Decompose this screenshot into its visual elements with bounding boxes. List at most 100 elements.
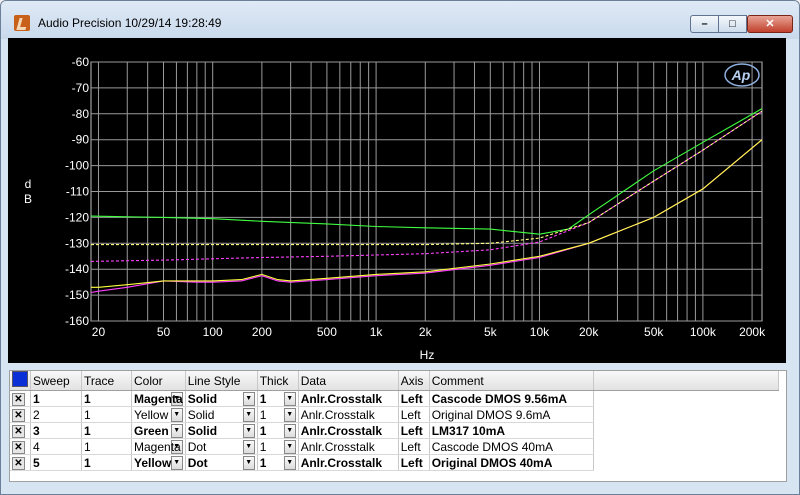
thick-cell[interactable]: ▼ 1 bbox=[257, 422, 299, 439]
thick-cell[interactable]: ▼ 1 bbox=[257, 406, 299, 423]
app-window: Audio Precision 10/29/14 19:28:49 – □ ✕ … bbox=[0, 0, 800, 495]
col-header-axis[interactable]: Axis bbox=[398, 371, 430, 391]
color-value: Yellow bbox=[134, 455, 172, 470]
table-row[interactable]: ✕ 4 1 ▼ Magenta ▼ Dot ▼ 1 Anlr.Crosstalk Left Casco… bbox=[10, 438, 779, 455]
color-dropdown-icon[interactable]: ▼ bbox=[170, 423, 183, 438]
trace-cell[interactable]: 1 bbox=[81, 438, 132, 455]
series-line-5 bbox=[91, 110, 763, 246]
x-tick-label: 500 bbox=[317, 325, 337, 339]
sweep-trace-table[interactable]: Sweep Trace Color Line Style Thick Data … bbox=[9, 370, 787, 482]
x-tick-label: 50 bbox=[157, 325, 171, 339]
thick-dropdown-icon[interactable]: ▼ bbox=[283, 391, 296, 406]
comment-cell[interactable]: LM317 10mA bbox=[429, 422, 594, 439]
x-tick-label: 100 bbox=[203, 325, 223, 339]
thick-cell[interactable]: ▼ 1 bbox=[257, 390, 299, 407]
line-style-cell[interactable]: ▼ Dot bbox=[185, 454, 258, 471]
maximize-button[interactable]: □ bbox=[718, 15, 747, 33]
row-checkbox-cell[interactable]: ✕ bbox=[10, 454, 31, 471]
filler-cell bbox=[593, 406, 779, 423]
row-checkbox-cell[interactable]: ✕ bbox=[10, 390, 31, 407]
data-cell[interactable]: Anlr.Crosstalk bbox=[298, 438, 399, 455]
line-style-dropdown-icon[interactable]: ▼ bbox=[242, 439, 255, 454]
col-header-trace[interactable]: Trace bbox=[81, 371, 132, 391]
line-style-cell[interactable]: ▼ Solid bbox=[185, 406, 258, 423]
sweep-cell[interactable]: 4 bbox=[30, 438, 82, 455]
sweep-cell[interactable]: 5 bbox=[30, 454, 82, 471]
axis-cell[interactable]: Left bbox=[398, 422, 430, 439]
col-header-sweep[interactable]: Sweep bbox=[30, 371, 82, 391]
sweep-cell[interactable]: 1 bbox=[30, 390, 82, 407]
col-header-thick[interactable]: Thick bbox=[257, 371, 299, 391]
thick-dropdown-icon[interactable]: ▼ bbox=[283, 407, 296, 422]
comment-cell[interactable]: Cascode DMOS 40mA bbox=[429, 438, 594, 455]
color-cell[interactable]: ▼ Magenta bbox=[131, 438, 186, 455]
col-header-line-style[interactable]: Line Style bbox=[185, 371, 258, 391]
thick-dropdown-icon[interactable]: ▼ bbox=[283, 455, 296, 470]
color-cell[interactable]: ▼ Yellow bbox=[131, 406, 186, 423]
row-enable-checkbox[interactable]: ✕ bbox=[12, 409, 25, 422]
row-checkbox-cell[interactable]: ✕ bbox=[10, 422, 31, 439]
color-dropdown-icon[interactable]: ▼ bbox=[170, 407, 183, 422]
data-cell[interactable]: Anlr.Crosstalk bbox=[298, 422, 399, 439]
trace-cell[interactable]: 1 bbox=[81, 454, 132, 471]
col-header-comment[interactable]: Comment bbox=[429, 371, 594, 391]
sweep-cell[interactable]: 3 bbox=[30, 422, 82, 439]
thick-dropdown-icon[interactable]: ▼ bbox=[283, 423, 296, 438]
line-style-cell[interactable]: ▼ Solid bbox=[185, 390, 258, 407]
x-tick-label: 100k bbox=[690, 325, 717, 339]
table-row[interactable]: ✕ 3 1 ▼ Green ▼ Solid ▼ 1 Anlr.Crosstalk Left LM317… bbox=[10, 422, 779, 439]
title-bar[interactable]: Audio Precision 10/29/14 19:28:49 – □ ✕ bbox=[1, 1, 799, 39]
line-style-dropdown-icon[interactable]: ▼ bbox=[242, 423, 255, 438]
line-style-cell[interactable]: ▼ Solid bbox=[185, 422, 258, 439]
comment-cell[interactable]: Original DMOS 40mA bbox=[429, 454, 594, 471]
line-style-dropdown-icon[interactable]: ▼ bbox=[242, 407, 255, 422]
color-cell[interactable]: ▼ Green bbox=[131, 422, 186, 439]
table-row[interactable]: ✕ 2 1 ▼ Yellow ▼ Solid ▼ 1 Anlr.Crosstalk Left Orig… bbox=[10, 406, 779, 423]
axis-cell[interactable]: Left bbox=[398, 438, 430, 455]
x-tick-label: 50k bbox=[644, 325, 664, 339]
thick-value: 1 bbox=[259, 407, 267, 422]
minimize-button[interactable]: – bbox=[690, 15, 719, 33]
table-row[interactable]: ✕ 5 1 ▼ Yellow ▼ Dot ▼ 1 Anlr.Crosstalk Left Origin… bbox=[10, 454, 779, 471]
audio-precision-app-icon[interactable] bbox=[14, 15, 30, 31]
sweep-cell[interactable]: 2 bbox=[30, 406, 82, 423]
thick-cell[interactable]: ▼ 1 bbox=[257, 438, 299, 455]
trace-cell[interactable]: 1 bbox=[81, 406, 132, 423]
data-cell[interactable]: Anlr.Crosstalk bbox=[298, 454, 399, 471]
data-cell[interactable]: Anlr.Crosstalk bbox=[298, 406, 399, 423]
row-enable-checkbox[interactable]: ✕ bbox=[12, 393, 25, 406]
color-cell[interactable]: ▼ Yellow bbox=[131, 454, 186, 471]
line-style-value: Dot bbox=[187, 455, 208, 470]
trace-cell[interactable]: 1 bbox=[81, 422, 132, 439]
axis-cell[interactable]: Left bbox=[398, 406, 430, 423]
color-cell[interactable]: ▼ Magenta bbox=[131, 390, 186, 407]
row-enable-checkbox[interactable]: ✕ bbox=[12, 457, 25, 470]
color-dropdown-icon[interactable]: ▼ bbox=[170, 455, 183, 470]
line-style-cell[interactable]: ▼ Dot bbox=[185, 438, 258, 455]
axis-cell[interactable]: Left bbox=[398, 390, 430, 407]
col-header-data[interactable]: Data bbox=[298, 371, 399, 391]
thick-cell[interactable]: ▼ 1 bbox=[257, 454, 299, 471]
close-button[interactable]: ✕ bbox=[747, 15, 793, 33]
select-all-corner[interactable] bbox=[10, 371, 31, 391]
table-row[interactable]: ✕ 1 1 ▼ Magenta ▼ Solid ▼ 1 Anlr.Crosstalk Left Cas… bbox=[10, 390, 779, 407]
graph-panel[interactable]: -60 -70 -80 -90 -100 -110 -120 -130 -140 -150 -160… bbox=[8, 38, 786, 363]
y-tick-label: -150 bbox=[65, 288, 89, 302]
row-enable-checkbox[interactable]: ✕ bbox=[12, 425, 25, 438]
x-tick-label: 10k bbox=[530, 325, 550, 339]
row-enable-checkbox[interactable]: ✕ bbox=[12, 441, 25, 454]
axis-cell[interactable]: Left bbox=[398, 454, 430, 471]
comment-cell[interactable]: Cascode DMOS 9.56mA bbox=[429, 390, 594, 407]
row-checkbox-cell[interactable]: ✕ bbox=[10, 406, 31, 423]
comment-cell[interactable]: Original DMOS 9.6mA bbox=[429, 406, 594, 423]
col-header-color[interactable]: Color bbox=[131, 371, 186, 391]
thick-dropdown-icon[interactable]: ▼ bbox=[283, 439, 296, 454]
line-style-dropdown-icon[interactable]: ▼ bbox=[242, 391, 255, 406]
x-tick-label: 200k bbox=[739, 325, 766, 339]
trace-cell[interactable]: 1 bbox=[81, 390, 132, 407]
data-cell[interactable]: Anlr.Crosstalk bbox=[298, 390, 399, 407]
crosstalk-chart[interactable]: -60 -70 -80 -90 -100 -110 -120 -130 -140 -150 -160… bbox=[8, 38, 786, 363]
row-checkbox-cell[interactable]: ✕ bbox=[10, 438, 31, 455]
minimize-icon: – bbox=[701, 18, 708, 30]
line-style-dropdown-icon[interactable]: ▼ bbox=[242, 455, 255, 470]
